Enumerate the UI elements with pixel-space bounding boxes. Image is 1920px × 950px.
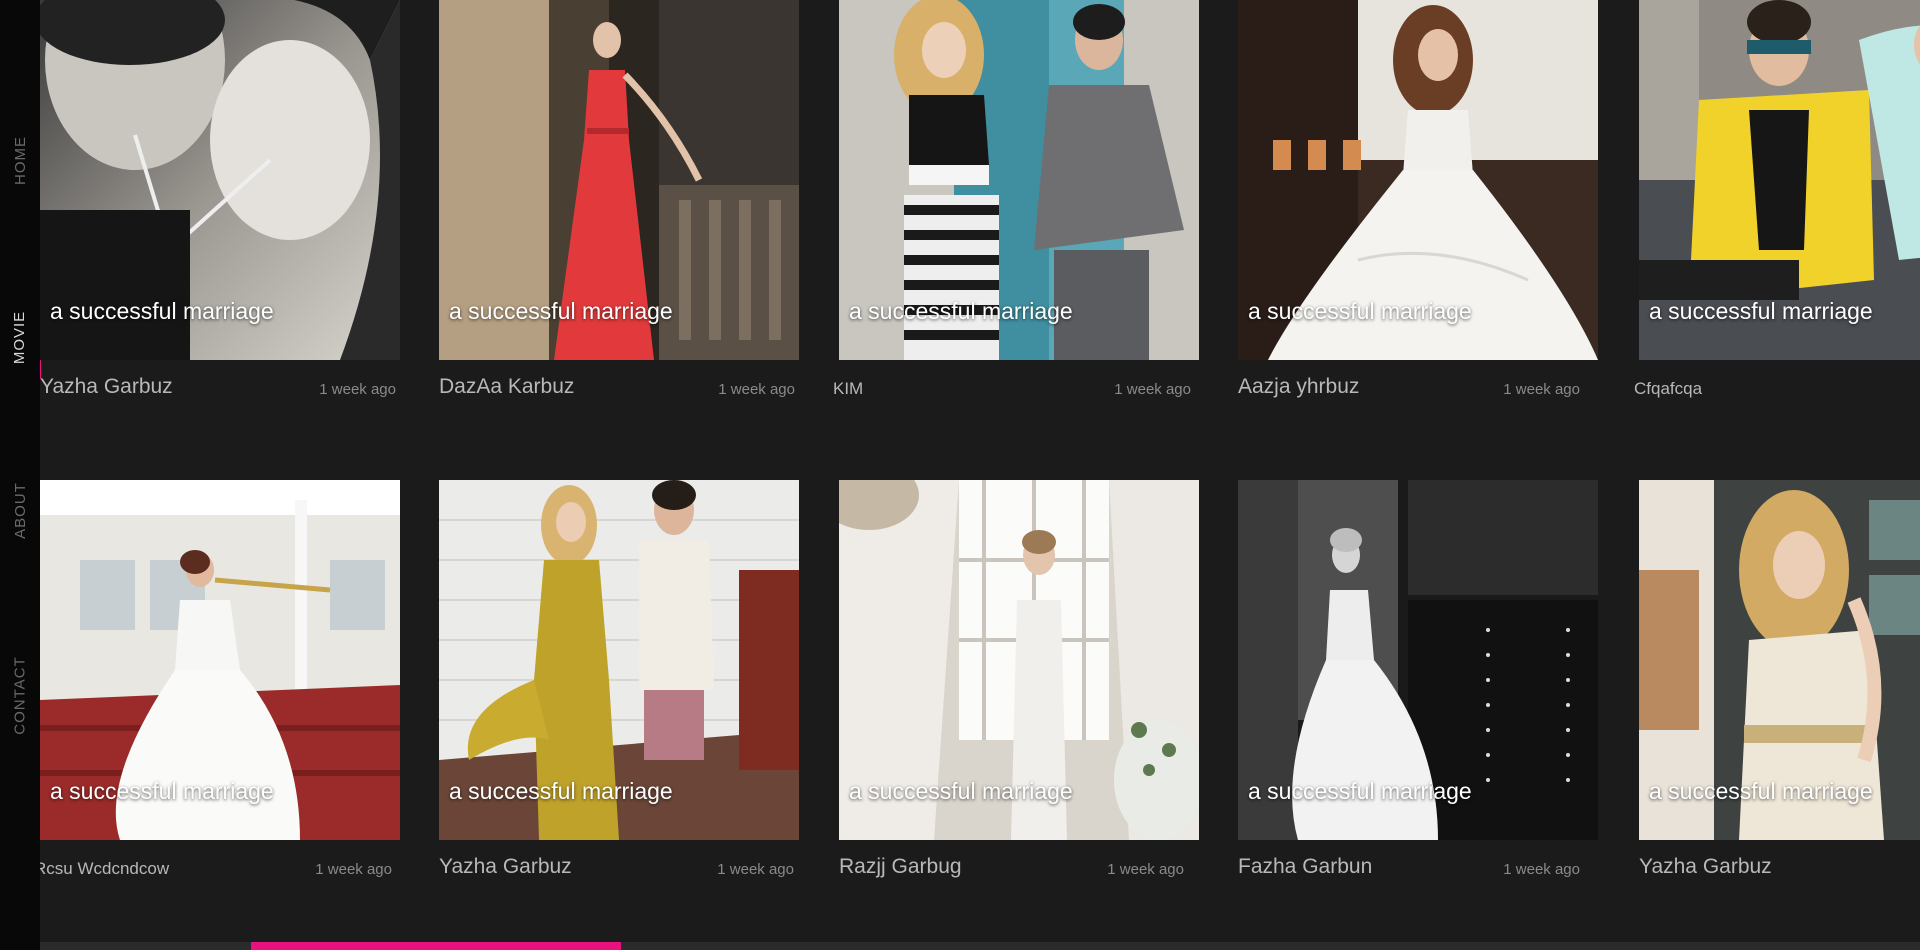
card-author[interactable]: Yazha Garbuz [1639, 855, 1772, 879]
gallery-card[interactable]: a successful marriage Aazja yhrbuz 1 wee… [1238, 0, 1598, 470]
card-timestamp: 1 week ago [315, 861, 392, 878]
card-meta: DazAa Karbuz 1 week ago [439, 375, 799, 405]
card-photo[interactable]: a successful marriage [839, 480, 1199, 840]
card-meta: Yazha Garbuz 1 week ago [439, 855, 799, 885]
card-author[interactable]: Rcsu Wcdcndcow [34, 859, 169, 879]
card-photo[interactable]: a successful marriage [439, 0, 799, 360]
card-photo[interactable]: a successful marriage [40, 0, 400, 360]
nav-item-about[interactable]: ABOUT [0, 470, 40, 550]
gallery-card[interactable]: a successful marriage Rcsu Wcdcndcow 1 w… [34, 480, 400, 950]
card-caption: a successful marriage [50, 298, 274, 324]
card-timestamp: 1 week ago [718, 381, 795, 398]
gallery-card[interactable]: a successful marriage KIM 1 week ago [833, 0, 1199, 470]
gallery-card[interactable]: a successful marriage Yazha Garbuz 1 wee… [40, 0, 400, 470]
card-timestamp: 1 week ago [1114, 381, 1191, 398]
card-timestamp: 1 week ago [1503, 381, 1580, 398]
nav-item-contact[interactable]: CONTACT [0, 650, 40, 740]
gallery-card[interactable]: a successful marriage Yazha Garbuz 1 wee… [439, 480, 799, 950]
card-meta: Yazha Garbuz 1 week ago [40, 375, 400, 405]
card-author[interactable]: Fazha Garbun [1238, 855, 1372, 879]
card-caption: a successful marriage [449, 778, 673, 804]
card-photo[interactable]: a successful marriage [1238, 0, 1598, 360]
card-caption: a successful marriage [1248, 298, 1472, 324]
nav-item-label: CONTACT [11, 655, 29, 735]
card-caption: a successful marriage [849, 778, 1073, 804]
gallery-card[interactable]: a successful marriage Fazha Garbun 1 wee… [1238, 480, 1598, 950]
card-meta: Yazha Garbuz [1639, 855, 1920, 885]
nav-item-label: MOVIE [11, 310, 29, 364]
gallery-card[interactable]: a successful marriage Yazha Garbuz [1639, 480, 1920, 950]
card-meta: Fazha Garbun 1 week ago [1238, 855, 1598, 885]
gallery-card[interactable]: a successful marriage Razjj Garbug 1 wee… [839, 480, 1199, 950]
card-author[interactable]: Razjj Garbug [839, 855, 962, 879]
card-photo[interactable]: a successful marriage [1639, 480, 1920, 840]
card-author[interactable]: Cfqafcqa [1634, 379, 1702, 399]
card-caption: a successful marriage [449, 298, 673, 324]
card-meta: Cfqafcqa [1634, 375, 1920, 405]
card-photo[interactable]: a successful marriage [40, 480, 400, 840]
nav-item-label: HOME [11, 135, 29, 185]
card-photo[interactable]: a successful marriage [839, 0, 1199, 360]
gallery-card[interactable]: a successful marriage Cfqafcqa [1634, 0, 1920, 470]
card-timestamp: 1 week ago [717, 861, 794, 878]
card-caption: a successful marriage [50, 778, 274, 804]
card-author[interactable]: Yazha Garbuz [40, 375, 173, 399]
card-caption: a successful marriage [1649, 298, 1873, 324]
card-author[interactable]: Aazja yhrbuz [1238, 375, 1359, 399]
card-timestamp: 1 week ago [1503, 861, 1580, 878]
card-photo[interactable]: a successful marriage [1639, 0, 1920, 360]
card-author[interactable]: Yazha Garbuz [439, 855, 572, 879]
card-caption: a successful marriage [849, 298, 1073, 324]
card-meta: Razjj Garbug 1 week ago [839, 855, 1199, 885]
nav-item-label: ABOUT [11, 481, 29, 539]
card-author[interactable]: DazAa Karbuz [439, 375, 574, 399]
card-caption: a successful marriage [1649, 778, 1873, 804]
sidebar-nav: HOME MOVIE ABOUT CONTACT [0, 0, 40, 950]
gallery-card[interactable]: a successful marriage DazAa Karbuz 1 wee… [439, 0, 799, 470]
nav-item-movie[interactable]: MOVIE [0, 295, 40, 379]
nav-item-home[interactable]: HOME [0, 120, 40, 200]
card-meta: KIM 1 week ago [833, 375, 1199, 405]
card-photo[interactable]: a successful marriage [1238, 480, 1598, 840]
card-timestamp: 1 week ago [319, 381, 396, 398]
card-timestamp: 1 week ago [1107, 861, 1184, 878]
card-caption: a successful marriage [1248, 778, 1472, 804]
card-author[interactable]: KIM [833, 379, 863, 399]
horizontal-scrollbar-thumb[interactable] [251, 942, 621, 950]
card-photo[interactable]: a successful marriage [439, 480, 799, 840]
card-meta: Rcsu Wcdcndcow 1 week ago [34, 855, 400, 885]
card-meta: Aazja yhrbuz 1 week ago [1238, 375, 1598, 405]
